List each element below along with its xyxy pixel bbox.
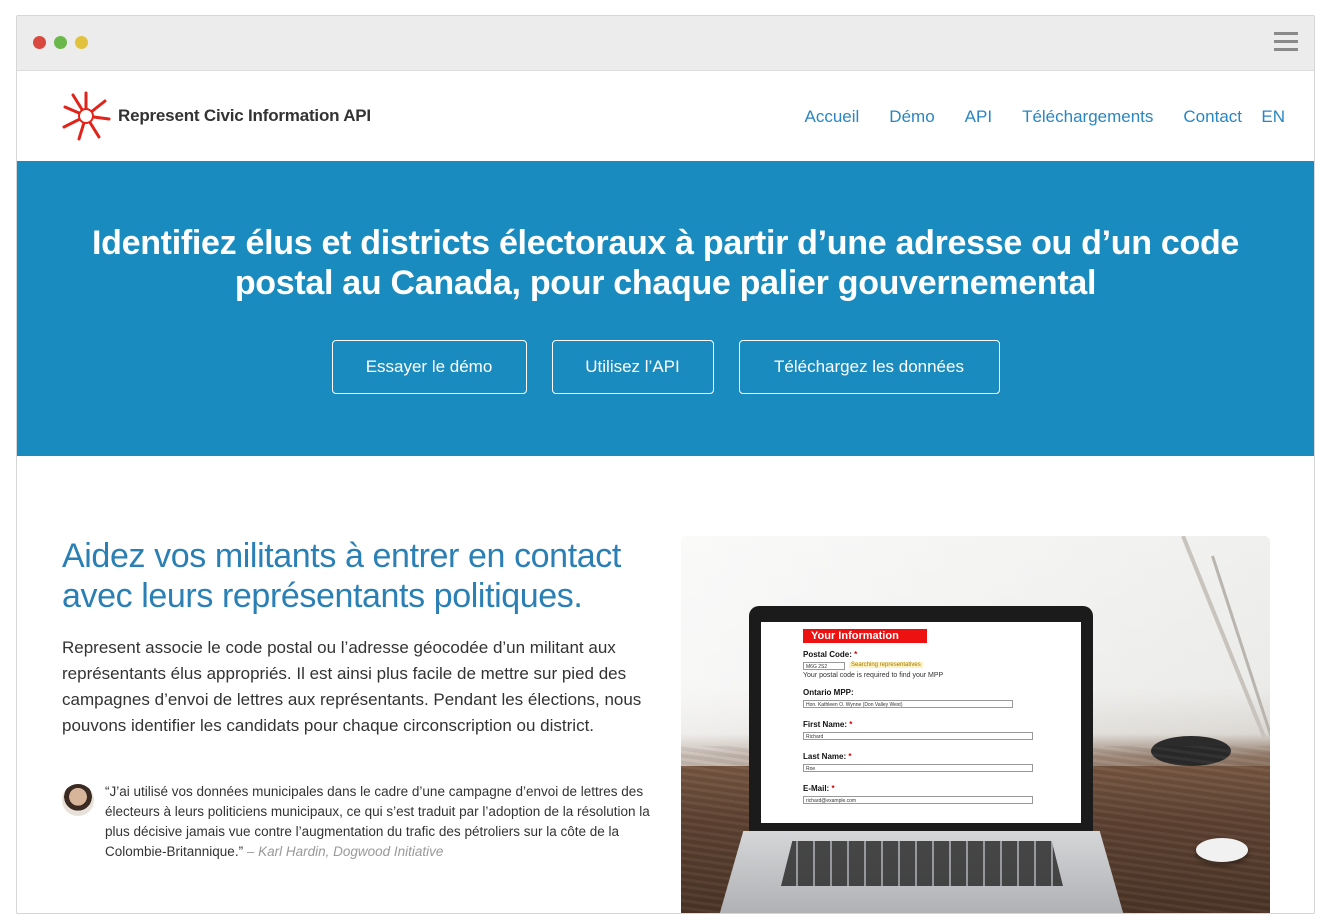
hero-buttons: Essayer le démo Utilisez l’API Télécharg… — [17, 340, 1314, 394]
hero-banner: Identifiez élus et districts électoraux … — [17, 161, 1314, 456]
brand-name[interactable]: Represent Civic Information API — [118, 106, 371, 126]
email-label: E-Mail: * — [803, 784, 835, 793]
last-name-label: Last Name: * — [803, 752, 852, 761]
starburst-logo-icon[interactable] — [61, 91, 111, 141]
screen-form: Your Information Postal Code: * M6G 2S2 … — [761, 622, 1081, 823]
nav-link-telechargements[interactable]: Téléchargements — [1022, 107, 1153, 127]
maximize-window-dot[interactable] — [75, 36, 88, 49]
main-nav: Accueil Démo API Téléchargements Contact… — [804, 107, 1285, 127]
mpp-label: Ontario MPP: — [803, 688, 854, 697]
searching-indicator: Searching representatives — [849, 662, 923, 668]
laptop-keyboard — [781, 841, 1063, 886]
testimonial-text: “J’ai utilisé vos données municipales da… — [105, 782, 652, 862]
use-api-button[interactable]: Utilisez l’API — [551, 340, 714, 394]
testimonial: “J’ai utilisé vos données municipales da… — [62, 782, 652, 862]
download-data-button[interactable]: Téléchargez les données — [738, 340, 1000, 394]
postal-input[interactable]: M6G 2S2 — [803, 662, 845, 670]
testimonial-cite: – Karl Hardin, Dogwood Initiative — [246, 844, 444, 859]
browser-window: Represent Civic Information API Accueil … — [16, 15, 1315, 914]
nav-link-api[interactable]: API — [965, 107, 992, 127]
laptop-photo: Your Information Postal Code: * M6G 2S2 … — [681, 536, 1270, 913]
first-name-input[interactable]: Richard — [803, 732, 1033, 740]
minimize-window-dot[interactable] — [54, 36, 67, 49]
nav-link-contact[interactable]: Contact — [1183, 107, 1242, 127]
hamburger-menu-icon[interactable] — [1274, 32, 1298, 52]
feature-body: Represent associe le code postal ou l’ad… — [62, 638, 642, 735]
postal-label: Postal Code: * — [803, 650, 858, 659]
nav-link-accueil[interactable]: Accueil — [804, 107, 859, 127]
mpp-select[interactable]: Hon. Kathleen O. Wynne (Don Valley West) — [803, 700, 1013, 708]
browser-chrome — [17, 16, 1314, 71]
laptop-screen: Your Information Postal Code: * M6G 2S2 … — [749, 606, 1093, 831]
close-window-dot[interactable] — [33, 36, 46, 49]
mouse — [1196, 838, 1248, 862]
language-switch-link[interactable]: EN — [1261, 107, 1285, 127]
hero-title: Identifiez élus et districts électoraux … — [91, 224, 1240, 302]
nav-link-demo[interactable]: Démo — [889, 107, 934, 127]
try-demo-button[interactable]: Essayer le démo — [331, 340, 527, 394]
postal-hint: Your postal code is required to find you… — [803, 672, 944, 679]
email-input[interactable]: richard@example.com — [803, 796, 1033, 804]
first-name-label: First Name: * — [803, 720, 853, 729]
site-navbar: Represent Civic Information API Accueil … — [17, 71, 1314, 161]
avatar — [62, 784, 94, 816]
feature-section: Aidez vos militants à entrer en contact … — [17, 456, 1314, 913]
form-title: Your Information — [803, 629, 927, 643]
feature-heading: Aidez vos militants à entrer en contact … — [62, 537, 621, 615]
last-name-input[interactable]: Roe — [803, 764, 1033, 772]
